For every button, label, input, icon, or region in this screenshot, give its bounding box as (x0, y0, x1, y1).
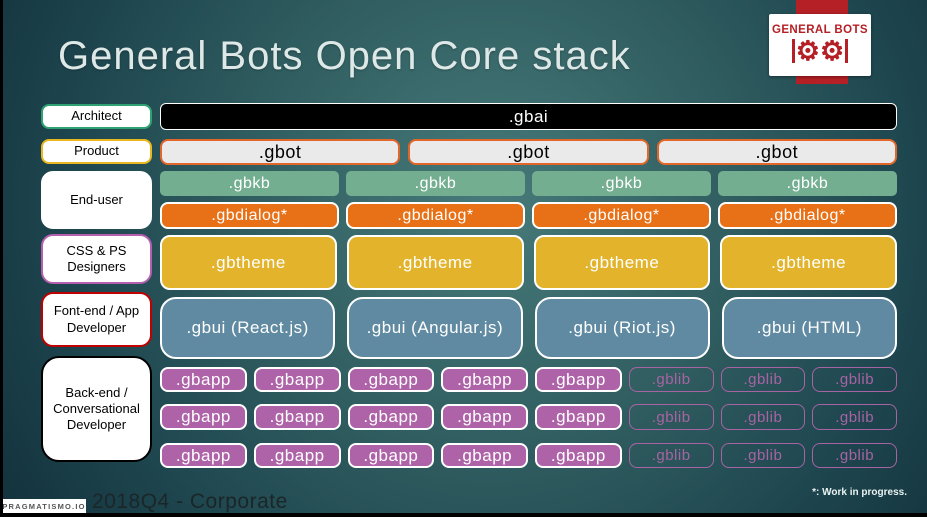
block-gbapp: .gbapp (253, 443, 341, 468)
block-gbdialog: .gbdialog* (718, 202, 897, 229)
block-gbai: .gbai (160, 103, 897, 130)
block-gbapp: .gbapp (535, 404, 622, 430)
block-gblib: .gblib (628, 404, 714, 430)
block-gbkb: .gbkb (532, 171, 711, 196)
block-gbui: .gbui (Riot.js) (534, 297, 710, 359)
block-gbapp: .gbapp (160, 367, 247, 392)
row-label-product: Product (41, 139, 152, 164)
left-edge-border (0, 0, 3, 517)
block-gbapp: .gbapp (253, 367, 341, 392)
block-gbot: .gbot (656, 139, 897, 165)
block-gbapp: .gbapp (347, 367, 435, 392)
block-gbdialog: .gbdialog* (160, 202, 339, 229)
row-label-end-user: End-user (41, 171, 152, 229)
block-gblib: .gblib (812, 404, 897, 430)
gear-icon: ⚙ (795, 35, 820, 66)
block-gbtheme: .gbtheme (720, 235, 897, 290)
block-gbot: .gbot (408, 139, 649, 165)
block-gbkb: .gbkb (718, 171, 897, 196)
row-label-architect: Architect (41, 104, 152, 129)
block-gbui: .gbui (HTML) (721, 297, 897, 359)
block-gbapp: .gbapp (160, 443, 247, 468)
block-gbapp: .gbapp (347, 443, 435, 468)
footnote: *: Work in progress. (812, 487, 907, 498)
pragmatismo-logo: PRAGMATISMO.IO (2, 499, 86, 514)
slide: General Bots Open Core stack GENERAL BOT… (0, 0, 927, 517)
item-line: .gbdialog* .gbdialog* .gbdialog* .gbdialog* (160, 202, 897, 229)
item-line: .gbkb .gbkb .gbkb .gbkb (160, 171, 897, 196)
block-gbui: .gbui (Angular.js) (347, 297, 523, 359)
item-line: .gbapp .gbapp .gbapp .gbapp .gbapp .gblib .gbl… (160, 367, 897, 392)
block-gblib: .gblib (720, 367, 806, 392)
gears-icon: ⚙ ⚙ (791, 35, 848, 66)
block-gbapp: .gbapp (441, 404, 528, 430)
block-gbapp: .gbapp (441, 367, 528, 392)
gear-line-icon (845, 39, 848, 64)
gear-line-icon (792, 39, 795, 64)
page-title: General Bots Open Core stack (58, 34, 631, 78)
item-line: .gbui (React.js) .gbui (Angular.js) .gbui … (160, 297, 897, 359)
block-gblib: .gblib (628, 443, 714, 468)
item-line: .gbapp .gbapp .gbapp .gbapp .gbapp .gblib .gbl… (160, 404, 897, 430)
block-gbkb: .gbkb (160, 171, 339, 196)
block-gbdialog: .gbdialog* (346, 202, 525, 229)
block-gblib: .gblib (720, 443, 806, 468)
block-gbdialog: .gbdialog* (532, 202, 711, 229)
block-gbui: .gbui (React.js) (160, 297, 336, 359)
block-gbkb: .gbkb (346, 171, 525, 196)
item-line: .gbot .gbot .gbot (160, 139, 897, 165)
row-label-back-end-conversational-developer: Back-end / Conversational Developer (41, 356, 152, 462)
block-gbot: .gbot (160, 139, 401, 165)
bottom-edge-border (0, 513, 927, 517)
block-gbapp: .gbapp (441, 443, 528, 468)
block-gbtheme: .gbtheme (533, 235, 711, 290)
block-gbtheme: .gbtheme (160, 235, 337, 290)
row-label-font-end-app-developer: Font-end / App Developer (41, 292, 152, 347)
block-gbapp: .gbapp (535, 443, 622, 468)
gear-icon: ⚙ (820, 35, 845, 66)
block-gbapp: .gbapp (160, 404, 247, 430)
row-label-css-ps-designers: CSS & PS Designers (41, 234, 152, 284)
block-gblib: .gblib (812, 367, 897, 392)
item-line: .gbtheme .gbtheme .gbtheme .gbtheme (160, 235, 897, 290)
item-line: .gbapp .gbapp .gbapp .gbapp .gbapp .gblib .gbl… (160, 443, 897, 468)
item-line: .gbai (160, 103, 897, 130)
general-bots-logo: GENERAL BOTS ⚙ ⚙ (769, 14, 871, 76)
footer-version: 2018Q4 - Corporate (92, 490, 288, 513)
block-gbtheme: .gbtheme (346, 235, 524, 290)
block-gbapp: .gbapp (253, 404, 341, 430)
block-gblib: .gblib (628, 367, 714, 392)
block-gbapp: .gbapp (535, 367, 622, 392)
block-gbapp: .gbapp (347, 404, 435, 430)
block-gblib: .gblib (812, 443, 897, 468)
block-gblib: .gblib (720, 404, 806, 430)
